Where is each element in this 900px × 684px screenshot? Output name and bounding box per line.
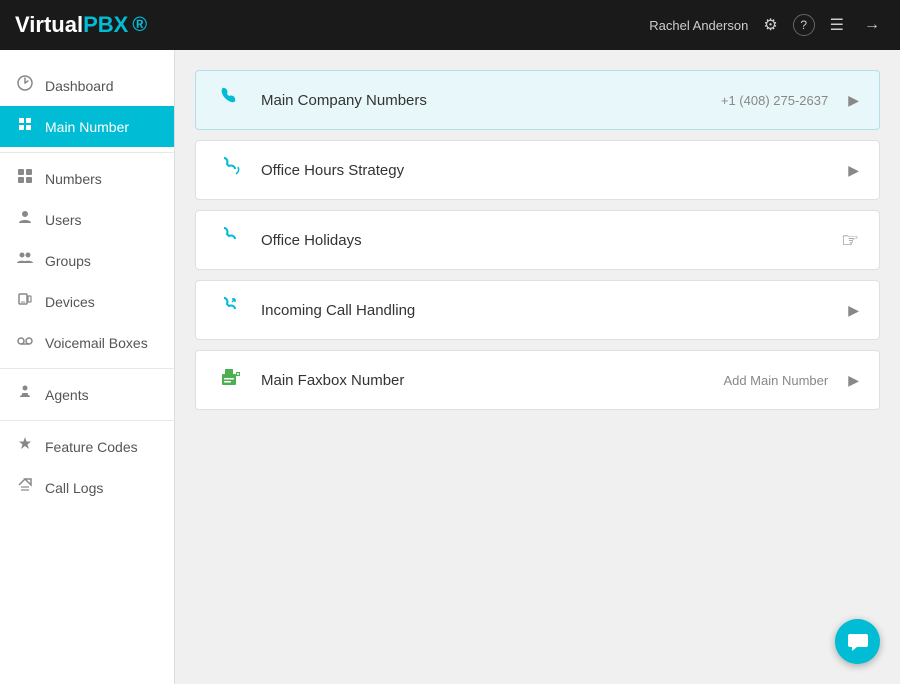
gear-icon[interactable]: ⚙ [758, 10, 782, 40]
incoming-call-handling-label: Incoming Call Handling [261, 302, 848, 319]
faxbox-icon [216, 366, 246, 394]
logo-pbx: PBX [83, 12, 128, 38]
office-hours-icon [216, 156, 246, 184]
header-username: Rachel Anderson [649, 18, 748, 33]
office-hours-strategy-label: Office Hours Strategy [261, 162, 848, 179]
incoming-call-handling-arrow: ▶ [848, 302, 859, 319]
main-company-numbers-subtitle: +1 (408) 275-2637 [721, 93, 828, 108]
sidebar-group-4: Feature Codes Call Logs [0, 421, 174, 513]
sidebar-item-agents[interactable]: Agents [0, 374, 174, 415]
phone-icon [216, 86, 246, 114]
sidebar-label-numbers: Numbers [45, 171, 102, 187]
logo: VirtualPBX ® [15, 12, 147, 38]
sidebar: Dashboard Main Number [0, 50, 175, 684]
sidebar-label-voicemail-boxes: Voicemail Boxes [45, 335, 148, 351]
header: VirtualPBX ® Rachel Anderson ⚙ ? ☰ → [0, 0, 900, 50]
sidebar-item-numbers[interactable]: Numbers [0, 158, 174, 199]
groups-icon [15, 250, 35, 271]
numbers-icon [15, 168, 35, 189]
sidebar-item-users[interactable]: Users [0, 199, 174, 240]
header-right: Rachel Anderson ⚙ ? ☰ → [649, 10, 885, 40]
main-company-numbers-arrow: ▶ [848, 92, 859, 109]
logo-virtual: Virtual [15, 12, 83, 38]
office-hours-strategy-arrow: ▶ [848, 162, 859, 179]
sidebar-group-1: Dashboard Main Number [0, 60, 174, 153]
main-company-numbers-row[interactable]: Main Company Numbers +1 (408) 275-2637 ▶ [195, 70, 880, 130]
sidebar-group-3: Agents [0, 369, 174, 421]
sidebar-item-groups[interactable]: Groups [0, 240, 174, 281]
devices-icon [15, 291, 35, 312]
agents-icon [15, 384, 35, 405]
sidebar-label-users: Users [45, 212, 82, 228]
office-holidays-icon [216, 226, 246, 254]
sidebar-item-devices[interactable]: Devices [0, 281, 174, 322]
main-company-numbers-label: Main Company Numbers [261, 92, 721, 109]
main-faxbox-number-subtitle: Add Main Number [723, 373, 828, 388]
sidebar-label-call-logs: Call Logs [45, 480, 103, 496]
main-number-icon [15, 116, 35, 137]
chat-button[interactable] [835, 619, 880, 664]
sidebar-item-call-logs[interactable]: Call Logs [0, 467, 174, 508]
main-faxbox-number-arrow: ▶ [848, 372, 859, 389]
call-logs-icon [15, 477, 35, 498]
sidebar-item-dashboard[interactable]: Dashboard [0, 65, 174, 106]
dashboard-icon [15, 75, 35, 96]
signout-icon[interactable]: → [859, 11, 885, 39]
sidebar-label-main-number: Main Number [45, 119, 129, 135]
sidebar-item-main-number[interactable]: Main Number [0, 106, 174, 147]
voicemail-icon [15, 332, 35, 353]
feature-codes-icon [15, 436, 35, 457]
office-holidays-row[interactable]: Office Holidays ☞ [195, 210, 880, 270]
office-holidays-cursor: ☞ [841, 228, 859, 253]
main-faxbox-number-label: Main Faxbox Number [261, 372, 723, 389]
sidebar-label-feature-codes: Feature Codes [45, 439, 138, 455]
menu-icon[interactable]: ☰ [825, 10, 849, 40]
sidebar-label-dashboard: Dashboard [45, 78, 114, 94]
layout: Dashboard Main Number [0, 50, 900, 684]
logo-icon: ® [132, 14, 147, 37]
users-icon [15, 209, 35, 230]
help-icon[interactable]: ? [793, 14, 815, 36]
sidebar-label-devices: Devices [45, 294, 95, 310]
incoming-call-handling-row[interactable]: Incoming Call Handling ▶ [195, 280, 880, 340]
main-faxbox-number-row[interactable]: Main Faxbox Number Add Main Number ▶ [195, 350, 880, 410]
main-content: Main Company Numbers +1 (408) 275-2637 ▶… [175, 50, 900, 684]
incoming-call-icon [216, 296, 246, 324]
sidebar-item-feature-codes[interactable]: Feature Codes [0, 426, 174, 467]
sidebar-label-groups: Groups [45, 253, 91, 269]
office-hours-strategy-row[interactable]: Office Hours Strategy ▶ [195, 140, 880, 200]
sidebar-item-voicemail-boxes[interactable]: Voicemail Boxes [0, 322, 174, 363]
sidebar-label-agents: Agents [45, 387, 89, 403]
office-holidays-label: Office Holidays [261, 232, 841, 249]
sidebar-group-2: Numbers Users [0, 153, 174, 369]
